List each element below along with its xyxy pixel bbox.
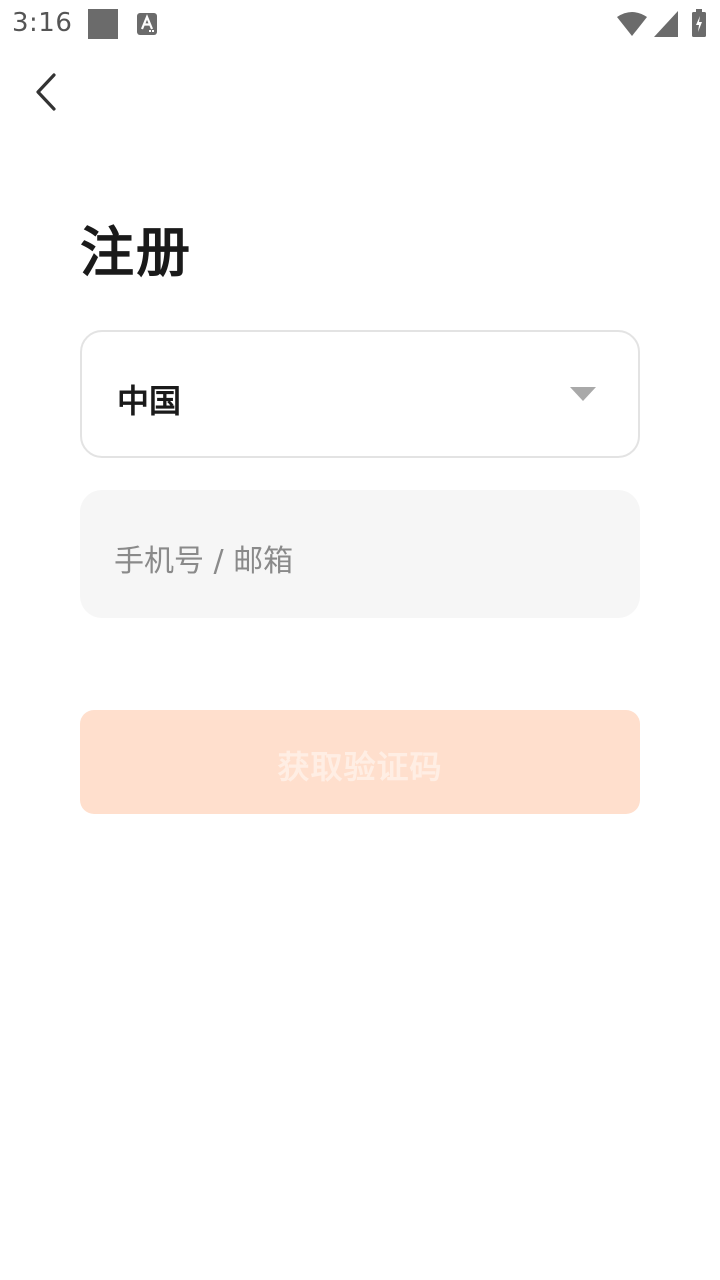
country-selected-label: 中国 (117, 382, 182, 420)
register-screen: 3:16 注册 中国 手机号 / 邮箱 获取验证码 (0, 0, 720, 1280)
wifi-icon (616, 11, 648, 37)
get-code-button-label: 获取验证码 (277, 748, 443, 786)
account-placeholder: 手机号 / 邮箱 (114, 544, 294, 579)
chevron-left-icon (36, 73, 56, 111)
chevron-down-icon (570, 387, 596, 401)
page-title: 注册 (80, 221, 192, 284)
square-notification-icon (88, 9, 118, 39)
status-time: 3:16 (12, 8, 73, 38)
get-code-button[interactable]: 获取验证码 (80, 710, 640, 814)
signal-icon (654, 11, 678, 37)
status-bar: 3:16 (0, 0, 720, 48)
back-button[interactable] (22, 66, 70, 118)
a-notification-icon (137, 13, 157, 35)
account-input[interactable]: 手机号 / 邮箱 (80, 490, 640, 618)
battery-icon (691, 9, 707, 37)
country-select[interactable]: 中国 (80, 330, 640, 458)
